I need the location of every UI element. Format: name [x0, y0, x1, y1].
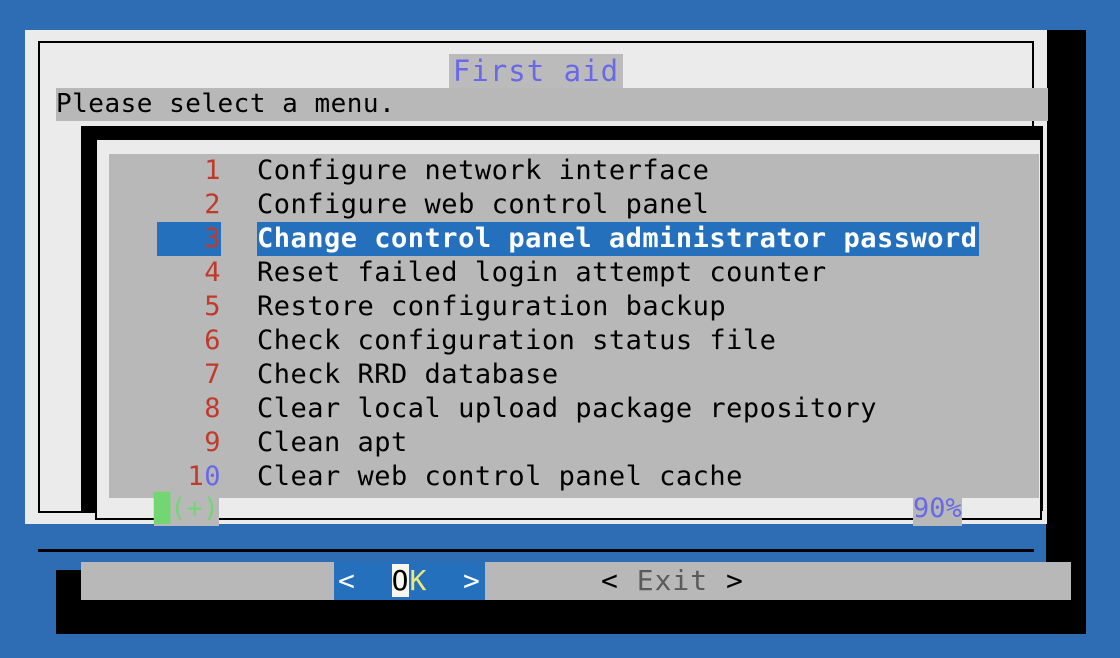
menu-item-label: Clear web control panel cache: [257, 461, 743, 492]
dialog-shadow-right: [1046, 30, 1086, 634]
menu-list[interactable]: 1 Configure network interface 2 Configure w…: [109, 154, 1039, 498]
exit-right-bracket: >: [726, 564, 744, 597]
exit-spacer-2: [708, 564, 726, 597]
ok-label-rest: K: [409, 564, 428, 597]
desktop-background: First aid Please select a menu. 1 Configu…: [0, 0, 1120, 658]
menu-item[interactable]: 1 Configure network interface: [109, 154, 1039, 188]
button-separator-line: [38, 549, 1034, 552]
menu-item-number: 5: [204, 291, 221, 322]
menu-item-number: 9: [204, 427, 221, 458]
menu-item[interactable]: 8 Clear local upload package repository: [109, 392, 1039, 426]
exit-label: Exit: [636, 564, 709, 597]
scroll-percent-label: 90%: [913, 492, 962, 526]
menu-item[interactable]: 5 Restore configuration backup: [109, 290, 1039, 324]
exit-left-bracket: <: [601, 564, 619, 597]
scroll-more-indicator[interactable]: █(+): [154, 492, 220, 526]
menu-item-label: Restore configuration backup: [257, 291, 727, 322]
menu-item-number: 4: [204, 257, 221, 288]
menu-item-label: Reset failed login attempt counter: [257, 257, 827, 288]
menu-item-label: Check RRD database: [257, 359, 559, 390]
menu-item[interactable]: 2 Configure web control panel: [109, 188, 1039, 222]
menu-item[interactable]: 4 Reset failed login attempt counter: [109, 256, 1039, 290]
ok-spacer-2: [427, 564, 463, 597]
first-aid-dialog: First aid Please select a menu. 1 Configu…: [25, 30, 1071, 600]
menu-item-number: 7: [204, 359, 221, 390]
menu-item-label: Clear local upload package repository: [257, 393, 877, 424]
menu-item[interactable]: 9 Clean apt: [109, 426, 1039, 460]
menu-item[interactable]: 7 Check RRD database: [109, 358, 1039, 392]
prompt-text: Please select a menu.: [56, 88, 1048, 121]
menu-item-number: 8: [204, 393, 221, 424]
menu-item-label: Configure web control panel: [257, 189, 710, 220]
ok-right-bracket: >: [463, 564, 481, 597]
menu-item[interactable]: 10 Clear web control panel cache: [109, 460, 1039, 494]
menu-item[interactable]: 6 Check configuration status file: [109, 324, 1039, 358]
menu-item-number: 2: [204, 189, 221, 220]
menu-item-number: 3: [157, 222, 221, 256]
menu-item-number: 6: [204, 325, 221, 356]
exit-spacer: [619, 564, 637, 597]
menu-item-label: Change control panel administrator passw…: [257, 222, 980, 256]
ok-left-bracket: <: [338, 564, 356, 597]
ok-button[interactable]: < OK >: [334, 562, 485, 600]
ok-hotkey-letter: O: [391, 564, 410, 597]
menu-item-label: Clean apt: [257, 427, 408, 458]
exit-button[interactable]: < Exit >: [601, 562, 744, 600]
menu-item-number: 10: [187, 461, 221, 492]
menu-item-label: Configure network interface: [257, 155, 710, 186]
ok-spacer: [356, 564, 392, 597]
scroll-indicator-text: (+): [170, 493, 220, 524]
menu-item[interactable]: 3 Change control panel administrator pass…: [109, 222, 1039, 256]
button-bar: < OK > < Exit >: [81, 562, 1071, 600]
menu-item-number: 1: [204, 155, 221, 186]
menu-item-label: Check configuration status file: [257, 325, 777, 356]
scroll-block-glyph: █: [154, 493, 171, 524]
